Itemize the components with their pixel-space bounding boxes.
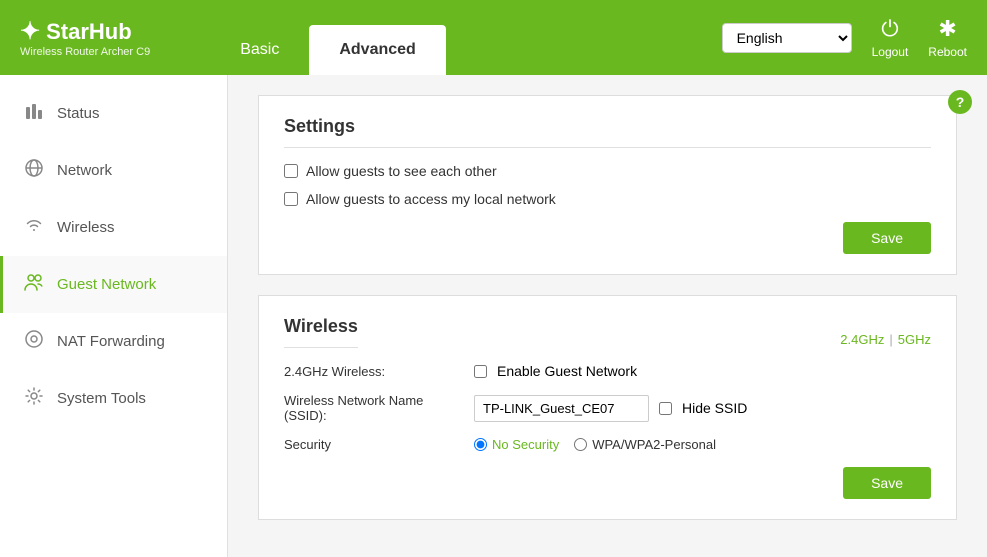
ssid-row: Wireless Network Name (SSID): Hide SSID: [284, 393, 931, 423]
ssid-label: Wireless Network Name (SSID):: [284, 393, 464, 423]
sidebar-label-status: Status: [57, 105, 100, 122]
ssid-input[interactable]: [474, 395, 649, 422]
checkbox-access-local[interactable]: [284, 192, 298, 206]
hide-ssid-label: Hide SSID: [682, 400, 747, 416]
security-row: Security No Security WPA/WPA2-Personal: [284, 437, 931, 452]
sidebar-item-guest-network[interactable]: Guest Network: [0, 256, 227, 313]
settings-save-row: Save: [284, 222, 931, 254]
tab-advanced[interactable]: Advanced: [309, 25, 445, 75]
reboot-button[interactable]: ✱ Reboot: [928, 16, 967, 59]
nat-forwarding-icon: [23, 329, 45, 354]
settings-section: Settings Allow guests to see each other …: [258, 95, 957, 275]
tab-basic[interactable]: Basic: [210, 25, 309, 75]
freq-tab-24[interactable]: 2.4GHz: [840, 332, 884, 347]
wpa-label: WPA/WPA2-Personal: [592, 437, 716, 452]
header: ✦ StarHub Wireless Router Archer C9 Basi…: [0, 0, 987, 75]
system-tools-icon: [23, 386, 45, 411]
no-security-label: No Security: [492, 437, 559, 452]
help-button[interactable]: ?: [948, 90, 972, 114]
checkbox-see-each-other-label: Allow guests to see each other: [306, 163, 497, 179]
network-icon: [23, 158, 45, 183]
checkbox-row-access-local: Allow guests to access my local network: [284, 191, 931, 207]
language-select[interactable]: English Chinese French: [722, 23, 852, 53]
settings-title: Settings: [284, 116, 931, 148]
wireless-header: Wireless 2.4GHz | 5GHz: [284, 316, 931, 363]
enable-guest-network-checkbox[interactable]: [474, 365, 487, 378]
sidebar-item-system-tools[interactable]: System Tools: [0, 370, 227, 427]
security-controls: No Security WPA/WPA2-Personal: [474, 437, 716, 452]
header-right: English Chinese French ⏻ Logout ✱ Reboot: [722, 16, 967, 59]
guest-network-icon: [23, 272, 45, 297]
nav-tabs: Basic Advanced: [210, 0, 446, 75]
wireless-24-label: 2.4GHz Wireless:: [284, 364, 464, 379]
enable-guest-network-label: Enable Guest Network: [497, 363, 637, 379]
checkbox-access-local-label: Allow guests to access my local network: [306, 191, 556, 207]
sidebar-item-status[interactable]: Status: [0, 85, 227, 142]
logo-title: ✦ StarHub: [20, 17, 150, 46]
wireless-save-row: Save: [284, 467, 931, 499]
sidebar-item-nat-forwarding[interactable]: NAT Forwarding: [0, 313, 227, 370]
status-icon: [23, 101, 45, 126]
wpa-radio[interactable]: [574, 438, 587, 451]
sidebar-item-network[interactable]: Network: [0, 142, 227, 199]
wpa-option: WPA/WPA2-Personal: [574, 437, 716, 452]
logout-label: Logout: [872, 45, 909, 59]
reboot-label: Reboot: [928, 45, 967, 59]
logo-star-icon: ✦: [20, 17, 40, 46]
logout-icon: ⏻: [881, 16, 898, 42]
no-security-radio[interactable]: [474, 438, 487, 451]
sidebar-item-wireless[interactable]: Wireless: [0, 199, 227, 256]
sidebar-label-nat-forwarding: NAT Forwarding: [57, 333, 165, 350]
settings-save-button[interactable]: Save: [843, 222, 931, 254]
freq-tab-5[interactable]: 5GHz: [898, 332, 931, 347]
hide-ssid-checkbox[interactable]: [659, 402, 672, 415]
layout: Status Network Wireless Guest Network NA…: [0, 75, 987, 557]
wireless-24-controls: Enable Guest Network: [474, 363, 637, 379]
sidebar: Status Network Wireless Guest Network NA…: [0, 75, 228, 557]
wireless-title: Wireless: [284, 316, 358, 348]
sidebar-label-wireless: Wireless: [57, 219, 115, 236]
main-content: ? Settings Allow guests to see each othe…: [228, 75, 987, 557]
logo-area: ✦ StarHub Wireless Router Archer C9: [20, 17, 150, 58]
logout-button[interactable]: ⏻ Logout: [872, 16, 909, 59]
logo-subtitle: Wireless Router Archer C9: [20, 46, 150, 58]
ssid-controls: Hide SSID: [474, 395, 747, 422]
freq-tabs: 2.4GHz | 5GHz: [840, 332, 931, 347]
freq-divider: |: [889, 332, 892, 347]
security-label: Security: [284, 437, 464, 452]
sidebar-label-system-tools: System Tools: [57, 390, 146, 407]
wireless-24-row: 2.4GHz Wireless: Enable Guest Network: [284, 363, 931, 379]
checkbox-row-see-each-other: Allow guests to see each other: [284, 163, 931, 179]
sidebar-label-network: Network: [57, 162, 112, 179]
sidebar-label-guest-network: Guest Network: [57, 276, 156, 293]
logo-name: StarHub: [46, 19, 132, 45]
wireless-icon: [23, 215, 45, 240]
wireless-save-button[interactable]: Save: [843, 467, 931, 499]
no-security-option: No Security: [474, 437, 559, 452]
reboot-icon: ✱: [938, 16, 956, 42]
checkbox-see-each-other[interactable]: [284, 164, 298, 178]
wireless-section: Wireless 2.4GHz | 5GHz 2.4GHz Wireless: …: [258, 295, 957, 520]
